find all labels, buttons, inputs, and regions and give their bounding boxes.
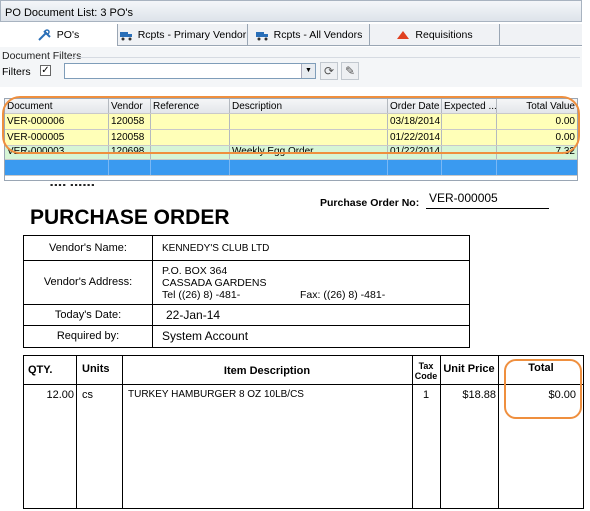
cell-document <box>5 160 109 175</box>
vendor-fax: Fax: ((26) 8) -481- <box>300 289 386 301</box>
address-line-1: P.O. BOX 364 <box>162 265 228 277</box>
todays-date-label: Today's Date: <box>54 309 122 321</box>
divider <box>440 356 441 508</box>
truck-icon <box>119 32 132 41</box>
requisition-icon <box>397 31 410 39</box>
divider <box>412 356 413 508</box>
required-by-value: System Account <box>162 329 249 343</box>
po-number-value: VER-000005 <box>426 191 549 209</box>
required-by-row: Required by: System Account <box>24 326 469 348</box>
item-unit-price: $18.88 <box>462 389 496 401</box>
eraser-icon: ✎ <box>344 64 356 78</box>
header-qty: QTY. <box>28 364 53 376</box>
cell-total-value <box>497 160 577 175</box>
tools-icon <box>38 29 51 41</box>
refresh-icon: ⟳ <box>323 64 335 78</box>
truck-icon <box>255 32 268 41</box>
tab-label: Rcpts - Primary Vendor <box>137 29 247 41</box>
address-line-2: CASSADA GARDENS <box>162 277 267 289</box>
vendor-name-row: Vendor's Name: KENNEDY'S CLUB LTD <box>24 236 469 261</box>
tab-label: Requisitions <box>415 29 473 41</box>
clear-filter-button[interactable]: ✎ <box>341 62 359 80</box>
divider <box>498 356 499 508</box>
document-filters-panel: Document Filters Filters ✓ ▼ ⟳ ✎ <box>0 47 582 87</box>
tab-pos[interactable]: PO's <box>0 24 118 46</box>
header-units: Units <box>82 363 110 375</box>
cell-description <box>230 160 388 175</box>
divider <box>76 356 77 508</box>
cell-vendor <box>109 160 151 175</box>
tab-bar: PO's Rcpts - Primary Vendor Rcpts - All … <box>0 24 582 46</box>
todays-date-value: 22-Jan-14 <box>166 308 221 322</box>
vendor-address-row: Vendor's Address: P.O. BOX 364 CASSADA G… <box>24 261 469 305</box>
highlight-annotation <box>504 359 582 419</box>
header-item-description: Item Description <box>223 365 311 377</box>
tab-rcpts-primary-vendor[interactable]: Rcpts - Primary Vendor <box>118 24 248 46</box>
filters-dropdown[interactable]: ▼ <box>64 63 316 79</box>
po-number-label: Purchase Order No: <box>320 197 420 209</box>
vendor-name-value: KENNEDY'S CLUB LTD <box>162 243 270 254</box>
item-units: cs <box>82 389 93 401</box>
vendor-info-box: Vendor's Name: KENNEDY'S CLUB LTD Vendor… <box>23 235 470 348</box>
window-title: PO Document List: 3 PO's <box>5 7 134 19</box>
header-unit-price: Unit Price <box>443 363 495 375</box>
cell-order-date <box>388 160 442 175</box>
items-table: QTY. Units Item Description Tax Code Uni… <box>23 355 584 509</box>
filters-checkbox[interactable]: ✓ <box>40 65 51 76</box>
clipped-text: ▪▪▪▪ ▪▪▪▪▪▪ <box>50 180 96 186</box>
refresh-filter-button[interactable]: ⟳ <box>320 62 338 80</box>
header-tax-code: Tax Code <box>414 361 438 381</box>
tab-rcpts-all-vendors[interactable]: Rcpts - All Vendors <box>248 24 370 46</box>
cell-expected <box>442 160 497 175</box>
vendor-tel: Tel ((26) 8) -481- <box>162 289 241 301</box>
filters-caption: Document Filters <box>2 50 82 62</box>
page-title: PURCHASE ORDER <box>30 206 230 229</box>
item-description: TURKEY HAMBURGER 8 OZ 10LB/CS <box>128 389 304 400</box>
items-header: QTY. Units Item Description Tax Code Uni… <box>24 356 583 385</box>
todays-date-row: Today's Date: 22-Jan-14 <box>24 305 469 326</box>
divider <box>70 57 580 58</box>
highlight-annotation <box>2 96 580 154</box>
vendor-address-label: Vendor's Address: <box>43 276 133 288</box>
tab-label: PO's <box>56 29 80 41</box>
required-by-label: Required by: <box>56 330 120 342</box>
cell-reference <box>151 160 230 175</box>
tab-requisitions[interactable]: Requisitions <box>370 24 500 46</box>
chevron-down-icon[interactable]: ▼ <box>301 64 315 78</box>
vendor-name-label: Vendor's Name: <box>49 242 127 254</box>
item-qty: 12.00 <box>46 389 74 401</box>
divider <box>122 356 123 508</box>
item-tax-code: 1 <box>422 389 430 401</box>
table-row-selected[interactable] <box>5 160 577 176</box>
window-title-bar: PO Document List: 3 PO's <box>0 0 582 22</box>
tab-label: Rcpts - All Vendors <box>273 29 363 41</box>
filters-label: Filters <box>2 66 31 78</box>
